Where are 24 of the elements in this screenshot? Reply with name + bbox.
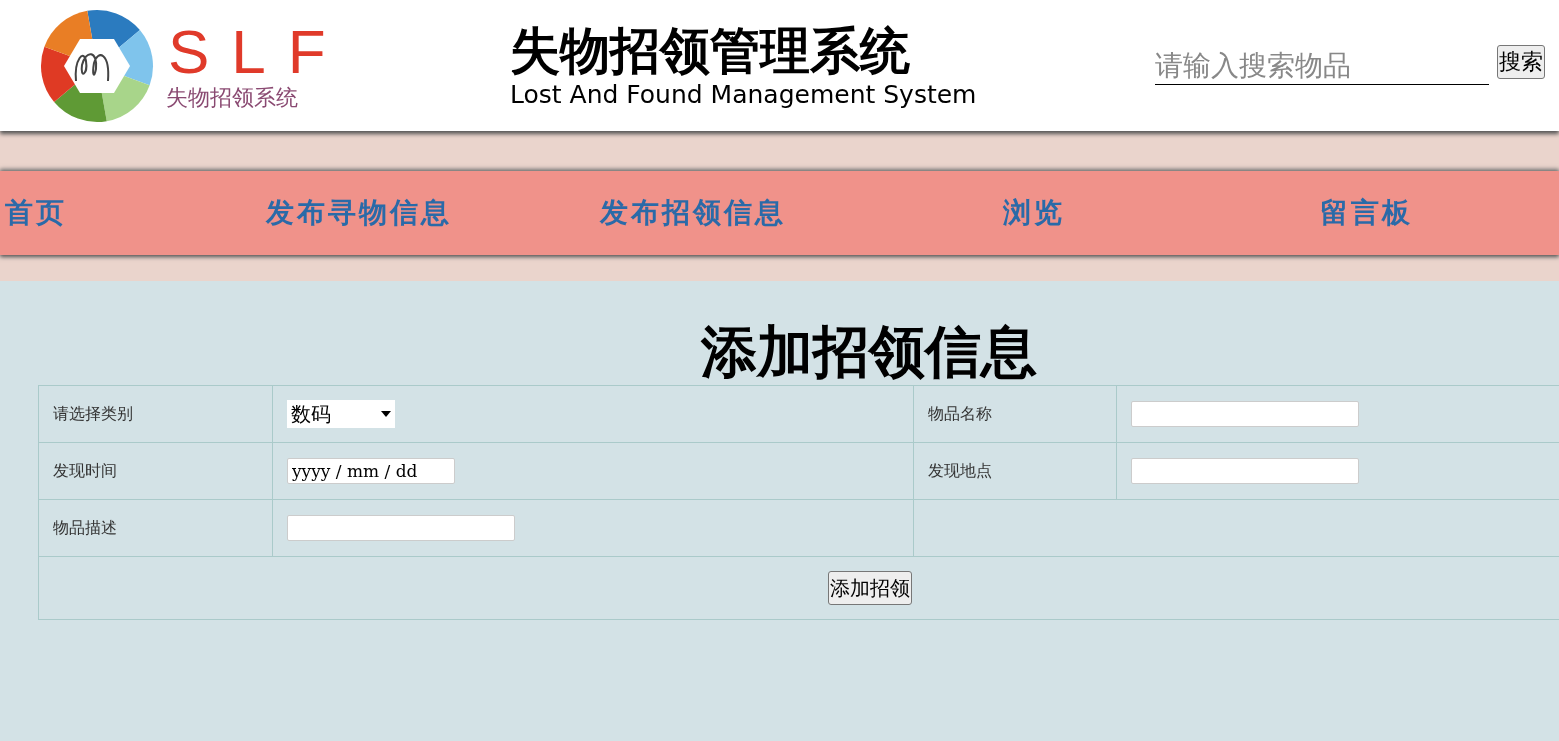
caret-icon (381, 411, 391, 417)
site-subtitle: Lost And Found Management System (510, 79, 978, 110)
nav-link[interactable]: 留言板 (1320, 194, 1413, 232)
input-field[interactable] (1131, 458, 1359, 484)
input-field[interactable] (287, 515, 515, 541)
field-label: 物品名称 (928, 403, 992, 425)
field-label: 请选择类别 (53, 403, 133, 425)
nav-link[interactable]: 发布寻物信息 (266, 194, 452, 232)
date-field[interactable]: yyyy / mm / dd (287, 458, 455, 484)
nav-link[interactable]: 浏览 (1003, 194, 1065, 232)
field-label: 发现时间 (53, 460, 117, 482)
category-select[interactable]: 数码 (287, 400, 395, 428)
field-label: 物品描述 (53, 517, 117, 539)
field-label: 发现地点 (928, 460, 992, 482)
search-button[interactable]: 搜索 (1497, 44, 1545, 79)
logo-subtitle: 失物招领系统 (166, 83, 298, 112)
aperture-logo-icon (40, 8, 154, 123)
submit-button[interactable]: 添加招领 (828, 571, 912, 605)
site-title: 失物招领管理系统 (510, 21, 911, 80)
form-heading: 添加招领信息 (699, 318, 1038, 385)
nav-link[interactable]: 发布招领信息 (600, 194, 786, 232)
nav-link[interactable]: 首页 (5, 194, 67, 232)
logo-title: SLF (168, 19, 348, 84)
input-field[interactable] (1131, 401, 1359, 427)
